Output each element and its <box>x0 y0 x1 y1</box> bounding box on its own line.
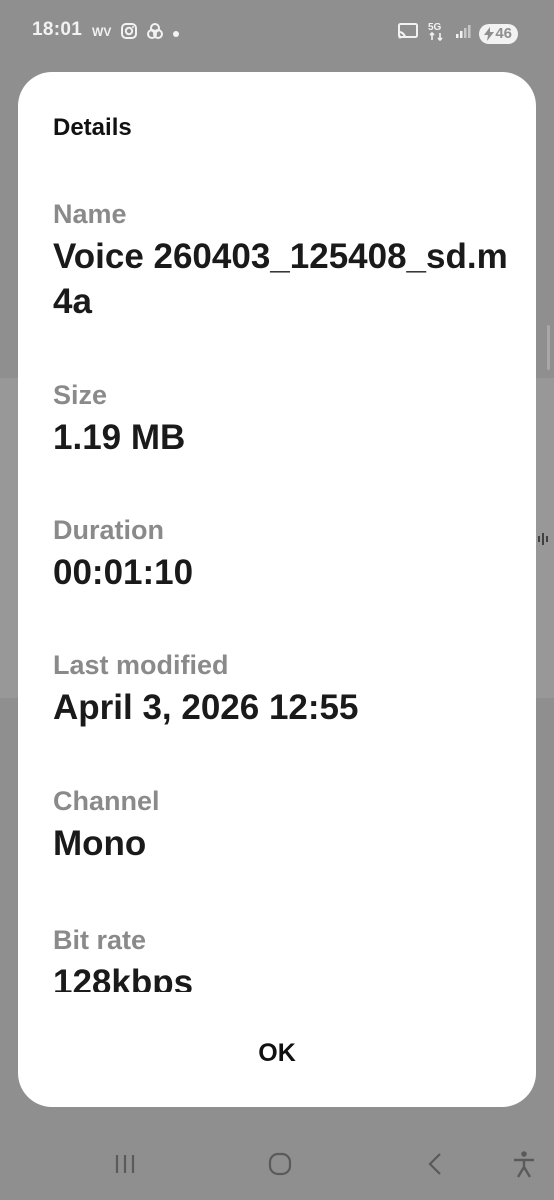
accessibility-icon <box>512 1150 536 1183</box>
back-button[interactable] <box>413 1148 457 1184</box>
svg-text:WV: WV <box>92 25 111 39</box>
detail-value: 1.19 MB <box>53 418 186 457</box>
battery-icon: 46 <box>479 23 518 44</box>
detail-last-modified: Last modified April 3, 2026 12:55 <box>53 647 513 730</box>
waveform-icon <box>537 530 551 548</box>
system-status-icons: 5G 46 <box>397 20 518 47</box>
notification-icons: WV <box>92 22 180 45</box>
detail-size: Size 1.19 MB <box>53 377 513 460</box>
background-scrollbar <box>547 325 550 370</box>
detail-value: 128kbps <box>53 963 194 992</box>
recent-apps-button[interactable] <box>103 1148 147 1184</box>
navigation-bar <box>0 1130 554 1200</box>
instagram-icon <box>120 22 138 45</box>
detail-value: Mono <box>53 824 147 863</box>
recent-apps-icon <box>113 1153 137 1180</box>
detail-label: Name <box>53 199 127 229</box>
status-time: 18:01 <box>32 19 83 40</box>
back-icon <box>427 1152 443 1181</box>
detail-label: Size <box>53 380 108 410</box>
detail-channel: Channel Mono <box>53 783 513 866</box>
detail-label: Bit rate <box>53 925 147 955</box>
details-list[interactable]: Name Voice 260403_125408_sd.m4a Size 1.1… <box>53 182 513 992</box>
dot-icon <box>172 25 180 43</box>
status-bar: 18:01 WV 5G 46 <box>0 0 554 64</box>
network-label: 5G <box>428 22 442 33</box>
battery-level: 46 <box>495 25 512 42</box>
detail-label: Last modified <box>53 650 229 680</box>
detail-name: Name Voice 260403_125408_sd.m4a <box>53 196 513 324</box>
detail-value: Voice 260403_125408_sd.m4a <box>53 237 508 321</box>
home-icon <box>267 1151 293 1182</box>
network-5g-icon: 5G <box>427 20 447 47</box>
details-dialog: Details Name Voice 260403_125408_sd.m4a … <box>18 72 536 1107</box>
signal-icon <box>455 23 471 44</box>
detail-label: Channel <box>53 786 160 816</box>
detail-value: 00:01:10 <box>53 553 194 592</box>
cast-icon <box>397 22 419 45</box>
detail-bit-rate: Bit rate 128kbps <box>53 922 513 992</box>
detail-duration: Duration 00:01:10 <box>53 512 513 595</box>
app-notification-icon: WV <box>92 23 112 44</box>
dialog-title: Details <box>53 114 132 141</box>
detail-value: April 3, 2026 12:55 <box>53 688 359 727</box>
threads-icon <box>146 22 164 45</box>
home-button[interactable] <box>258 1148 302 1184</box>
ok-button[interactable]: OK <box>18 1022 536 1084</box>
detail-label: Duration <box>53 515 164 545</box>
accessibility-button[interactable] <box>502 1148 546 1184</box>
